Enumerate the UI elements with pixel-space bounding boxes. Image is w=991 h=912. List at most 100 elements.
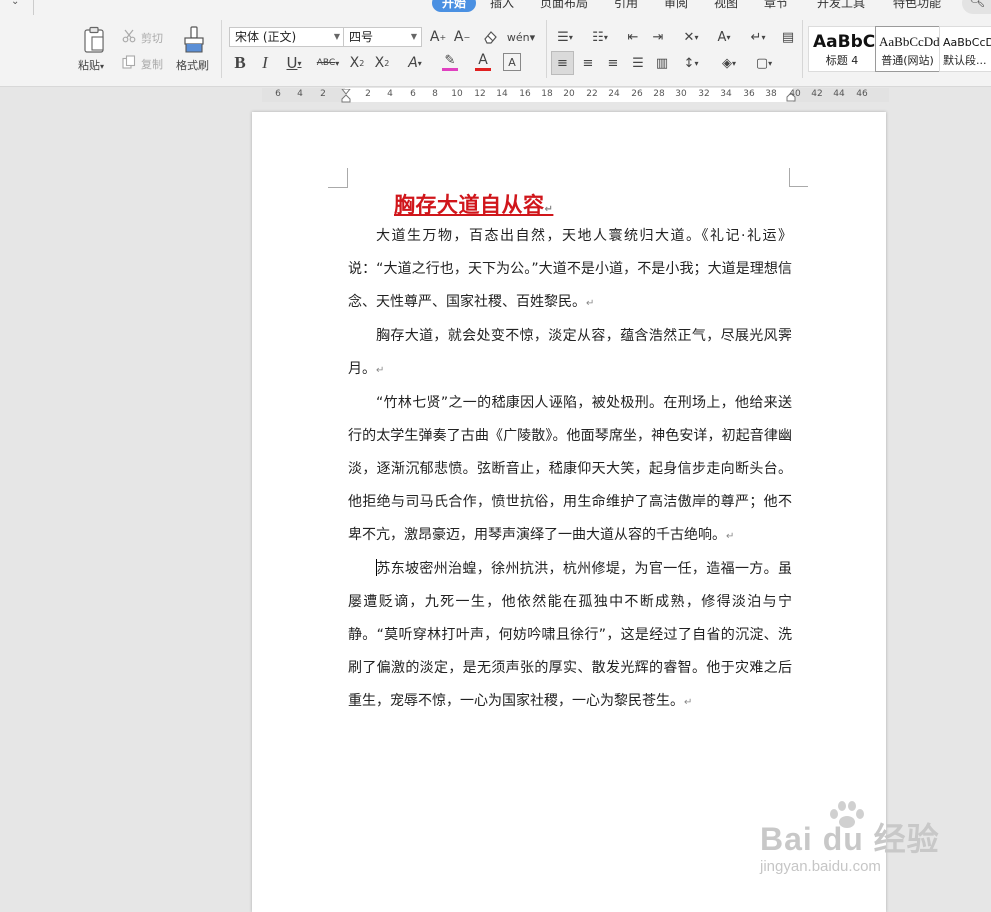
style-sample: AaBbC xyxy=(813,32,876,52)
clear-format-icon[interactable] xyxy=(482,29,498,45)
decrease-indent-icon[interactable]: ⇤ xyxy=(623,27,643,47)
ruler-number: 34 xyxy=(720,89,732,99)
distributed-align-icon[interactable]: ▥ xyxy=(652,52,672,74)
style-default-paragraph[interactable]: AaBbCcD 默认段... xyxy=(939,26,991,72)
ruler-number: 22 xyxy=(586,89,598,99)
cut-button[interactable]: 剪切 xyxy=(141,30,163,46)
document-title[interactable]: 胸存大道自从容↵ xyxy=(394,189,553,219)
tab-3[interactable]: 引用 xyxy=(614,0,638,12)
divider xyxy=(802,20,803,78)
chevron-down-icon: ▼ xyxy=(410,32,417,41)
watermark-url: jingyan.baidu.com xyxy=(760,858,881,875)
ruler-number: 40 xyxy=(789,89,801,99)
ruler-number: 12 xyxy=(474,89,486,99)
tab-8[interactable]: 特色功能 xyxy=(893,0,941,12)
bullet-list-icon[interactable]: ☰ ▾ xyxy=(552,27,578,47)
bold-icon[interactable]: B xyxy=(230,52,250,74)
ruler-number: 8 xyxy=(432,89,438,99)
font-color-icon[interactable]: A xyxy=(469,50,497,74)
paragraph-mark-icon: ↵ xyxy=(376,365,385,376)
phonetic-guide-icon[interactable]: wén▾ xyxy=(507,26,535,48)
font-size-value: 四号 xyxy=(349,30,374,44)
highlight-color-icon[interactable]: ✎ xyxy=(436,50,464,74)
tab-4[interactable]: 审阅 xyxy=(664,0,688,12)
margin-corner-mark xyxy=(789,168,808,187)
style-normal-web[interactable]: AaBbCcDd 普通(网站) xyxy=(875,26,940,72)
tab-6[interactable]: 章节 xyxy=(764,0,788,12)
ruler-number: 2 xyxy=(365,89,371,99)
align-left-icon[interactable]: ≡ xyxy=(551,51,574,75)
format-painter-button[interactable]: 格式刷 xyxy=(176,57,209,73)
style-heading4[interactable]: AaBbC 标题 4 xyxy=(808,26,876,72)
paragraph-mark-icon: ↵ xyxy=(726,531,735,542)
chevron-down-icon: ▼ xyxy=(333,32,340,41)
ribbon-tabs: 开始 插入 页面布局 引用 审阅 视图 章节 开发工具 特色功能 xyxy=(0,0,991,12)
style-gallery: AaBbC 标题 4 AaBbCcDd 普通(网站) AaBbCcD 默认段..… xyxy=(808,26,991,74)
horizontal-ruler[interactable]: 6 4 2 2 4 6 8 10 12 14 16 18 20 22 24 26 28 30 32 34 36 38 40 4… xyxy=(0,87,991,104)
copy-button[interactable]: 复制 xyxy=(141,56,163,72)
tab-0[interactable]: 开始 xyxy=(432,0,477,12)
ruler-number: 18 xyxy=(541,89,553,99)
document-body[interactable]: 大道生万物，百态出自然，天地人寰统归大道。《礼记·礼运》说：“大道之行也，天下为… xyxy=(348,220,792,719)
paragraph-mark-icon: ↵ xyxy=(544,204,554,215)
ruler-number: 6 xyxy=(275,89,281,99)
paragraph[interactable]: “竹林七贤”之一的嵇康因人诬陷，被处极刑。在刑场上，他给来送行的太学生弹奏了古曲… xyxy=(348,387,792,553)
search-icon: 🔍︎ xyxy=(969,0,986,9)
paste-button[interactable]: 粘贴▾ xyxy=(78,57,104,73)
ruler-number: 24 xyxy=(608,89,620,99)
line-break-icon[interactable]: ↵ ▾ xyxy=(743,27,773,47)
strikethrough-icon[interactable]: ABC ▾ xyxy=(313,52,343,74)
paragraph[interactable]: 胸存大道，就会处变不惊，淡定从容，蕴含浩然正气，尽展光风霁月。↵ xyxy=(348,320,792,387)
shading-icon[interactable]: ◈ ▾ xyxy=(714,52,744,74)
tab-5[interactable]: 视图 xyxy=(714,0,738,12)
superscript-icon[interactable]: X2 xyxy=(347,52,367,74)
align-center-icon[interactable]: ≡ xyxy=(578,52,598,74)
ruler-number: 30 xyxy=(675,89,687,99)
ruler-number: 10 xyxy=(451,89,463,99)
ruler-number: 46 xyxy=(856,89,868,99)
align-right-icon[interactable]: ≡ xyxy=(603,52,623,74)
margin-corner-mark xyxy=(328,168,348,188)
format-painter-icon[interactable] xyxy=(182,26,206,54)
font-size-select[interactable]: 四号 ▼ xyxy=(343,27,422,47)
cut-icon[interactable] xyxy=(122,29,136,43)
borders-icon[interactable]: ▢ ▾ xyxy=(750,52,778,74)
numbered-list-icon[interactable]: ☷ ▾ xyxy=(587,27,613,47)
tab-1[interactable]: 插入 xyxy=(490,0,514,12)
ruler-number: 2 xyxy=(320,89,326,99)
indent-marker-icon[interactable] xyxy=(341,89,351,103)
text-effect-icon[interactable]: A ▾ xyxy=(401,52,429,74)
document-title-text: 胸存大道自从容 xyxy=(394,193,545,217)
tab-7[interactable]: 开发工具 xyxy=(817,0,865,12)
font-name-select[interactable]: 宋体 (正文) ▼ xyxy=(229,27,345,47)
paste-icon[interactable] xyxy=(82,26,106,54)
paragraph-text: 苏东坡密州治蝗，徐州抗洪，杭州修堤，为官一任，造福一方。虽屡遭贬谪，九死一生，他… xyxy=(348,561,792,709)
columns-icon[interactable]: ▤ xyxy=(778,27,798,47)
copy-icon[interactable] xyxy=(122,55,136,69)
line-spacing-icon[interactable]: ↕ ▾ xyxy=(677,52,705,74)
divider xyxy=(221,20,222,78)
paragraph-mark-icon: ↵ xyxy=(684,697,693,708)
font-name-value: 宋体 (正文) xyxy=(235,30,297,44)
subscript-icon[interactable]: X2 xyxy=(372,52,392,74)
italic-icon[interactable]: I xyxy=(255,52,275,74)
tab-2[interactable]: 页面布局 xyxy=(540,0,588,12)
ruler-number: 20 xyxy=(563,89,575,99)
underline-icon[interactable]: U ▾ xyxy=(280,52,308,74)
shrink-font-icon[interactable]: A − xyxy=(452,27,472,47)
search-button[interactable]: 🔍︎ xyxy=(962,0,991,14)
ruler-number: 26 xyxy=(631,89,643,99)
style-sample: AaBbCcDd xyxy=(879,34,940,49)
paragraph-mark-icon: ↵ xyxy=(586,298,595,309)
increase-indent-icon[interactable]: ⇥ xyxy=(648,27,668,47)
chinese-layout-icon[interactable]: ✕ ▾ xyxy=(676,27,706,47)
paragraph[interactable]: 苏东坡密州治蝗，徐州抗洪，杭州修堤，为官一任，造福一方。虽屡遭贬谪，九死一生，他… xyxy=(348,553,792,719)
justify-icon[interactable]: ☰ xyxy=(628,52,648,74)
watermark-text: Bai du 经验 xyxy=(760,821,940,857)
text-direction-icon[interactable]: A ▾ xyxy=(711,27,737,47)
grow-font-icon[interactable]: A + xyxy=(428,27,448,47)
document-page[interactable]: 胸存大道自从容↵ 大道生万物，百态出自然，天地人寰统归大道。《礼记·礼运》说：“… xyxy=(252,112,886,912)
ruler-number: 36 xyxy=(743,89,755,99)
paragraph[interactable]: 大道生万物，百态出自然，天地人寰统归大道。《礼记·礼运》说：“大道之行也，天下为… xyxy=(348,220,792,320)
character-border-icon[interactable]: A xyxy=(503,53,521,71)
